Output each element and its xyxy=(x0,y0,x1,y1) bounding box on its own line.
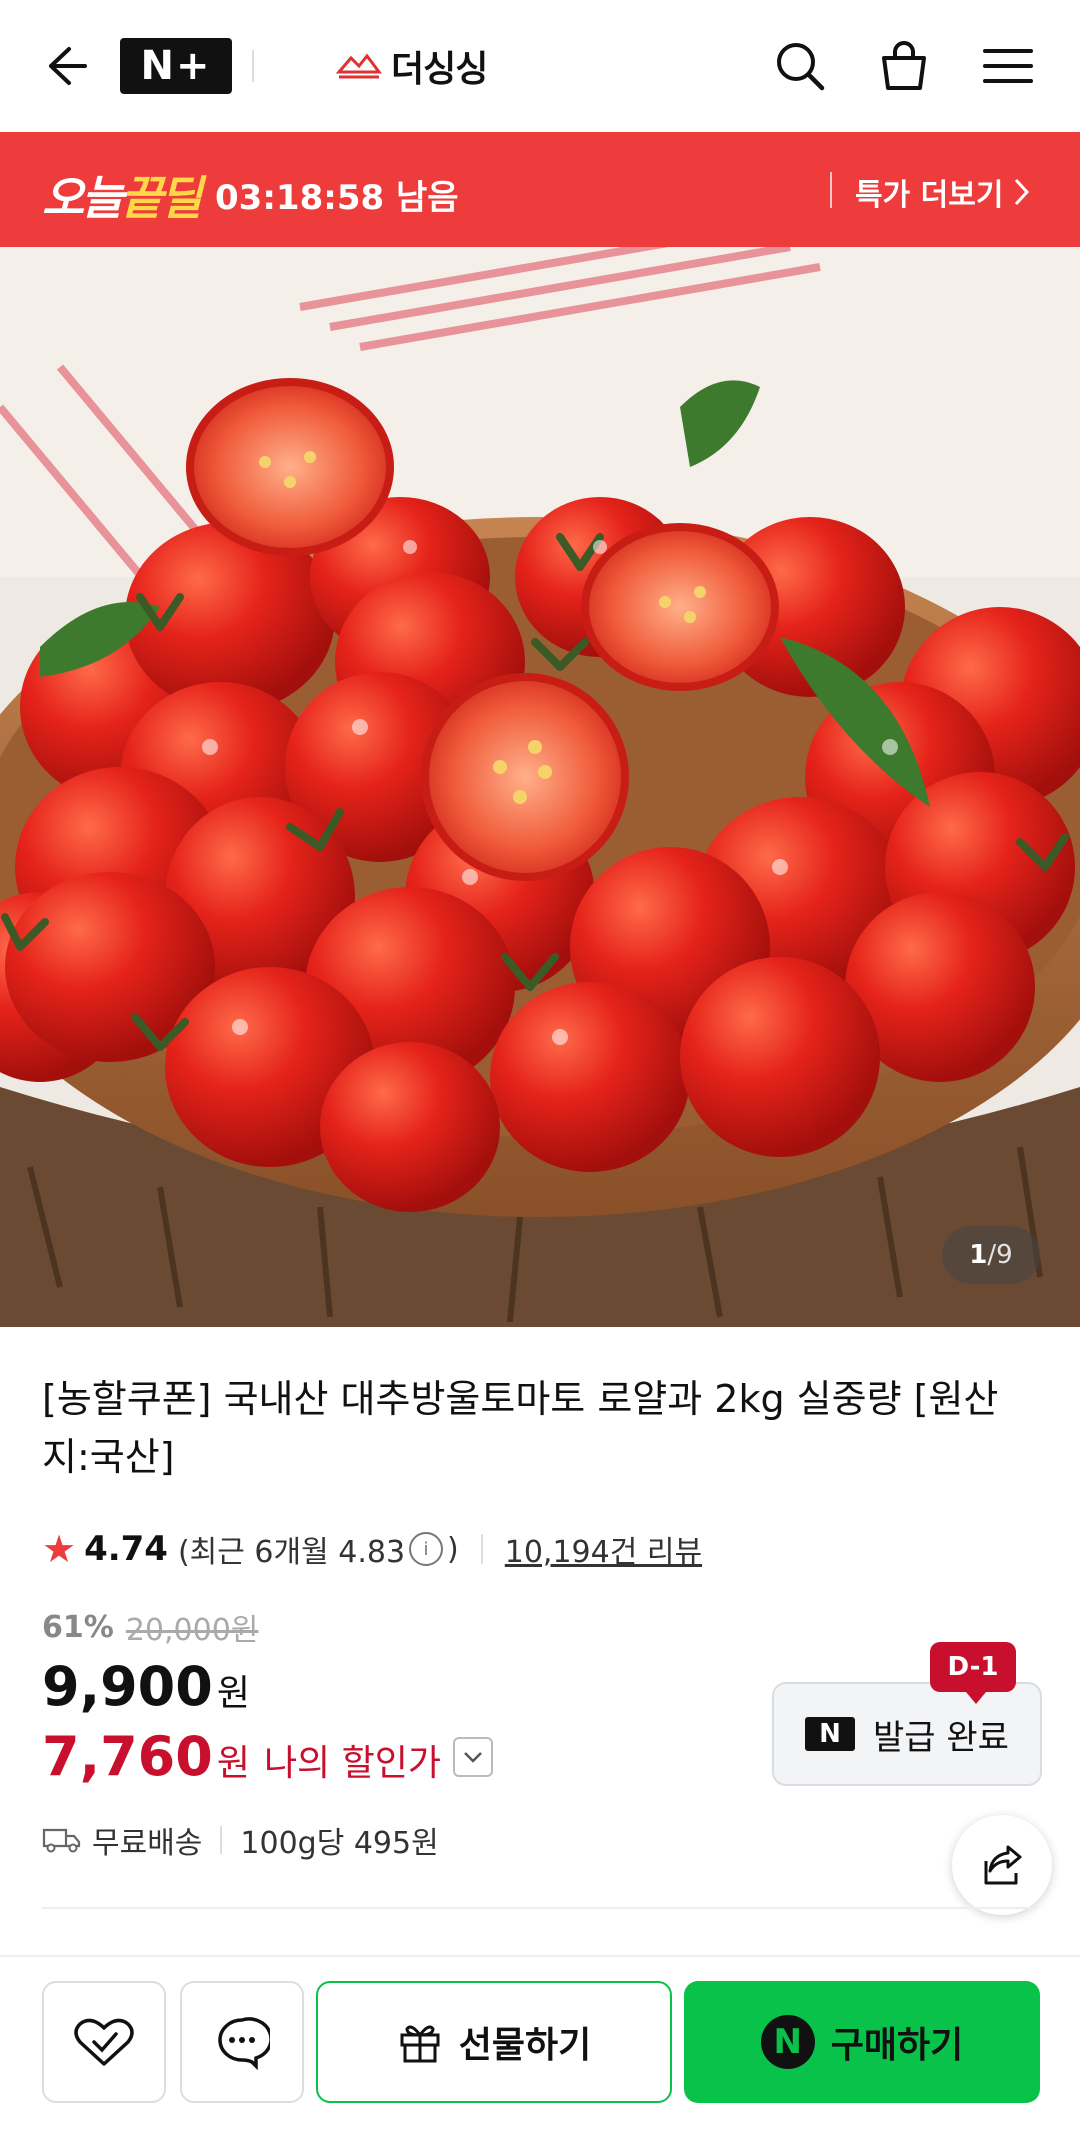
search-icon[interactable] xyxy=(766,32,834,100)
brand-logo-icon xyxy=(335,53,382,79)
coupon-issued-button[interactable]: N 발급 완료 xyxy=(772,1682,1042,1786)
recent-rating: (최근 6개월 4.83 xyxy=(177,1535,406,1570)
deal-timer: 03:18:58 남음 xyxy=(215,178,459,218)
naver-pay-n-icon: N xyxy=(760,2015,815,2069)
section-divider xyxy=(42,1907,1038,1909)
coupon-dday-badge: D-1 xyxy=(930,1642,1016,1704)
chevron-down-icon[interactable] xyxy=(452,1736,493,1777)
deal-divider xyxy=(830,172,832,208)
share-icon xyxy=(984,1845,1022,1885)
menu-icon[interactable] xyxy=(974,32,1042,100)
discount-percent: 61% xyxy=(42,1609,114,1645)
gift-icon xyxy=(400,2025,440,2063)
chat-bubble-icon xyxy=(218,2017,270,2070)
product-image[interactable] xyxy=(0,247,1080,1327)
rating-row: ★ 4.74 (최근 6개월 4.83 i ) 10,194건 리뷰 xyxy=(42,1526,702,1572)
today-deal-banner[interactable]: 오늘끝딜 03:18:58 남음 특가 더보기 xyxy=(0,132,1080,247)
discount-row: 61% 20,000원 xyxy=(42,1605,258,1649)
bottom-action-bar: 선물하기 N 구매하기 xyxy=(0,1955,1080,2135)
unit-price: 100g당 495원 xyxy=(240,1826,439,1861)
cherry-tomato-bowl-illustration xyxy=(0,247,1080,1327)
share-button[interactable] xyxy=(952,1815,1052,1915)
top-header: N+ 더싱싱 xyxy=(0,0,1080,132)
back-arrow-icon[interactable] xyxy=(30,32,98,100)
original-price: 20,000원 xyxy=(125,1613,259,1648)
truck-icon xyxy=(42,1828,81,1853)
brand-name: 더싱싱 xyxy=(391,49,488,90)
wishlist-button[interactable] xyxy=(42,1981,166,2103)
star-icon: ★ xyxy=(42,1527,77,1571)
rating-score: 4.74 xyxy=(84,1529,168,1569)
deal-more-link[interactable]: 특가 더보기 xyxy=(855,170,1031,214)
my-discount-price[interactable]: 7,760 원 나의 할인가 xyxy=(42,1725,493,1788)
chevron-right-icon xyxy=(1015,178,1030,206)
recent-rating-close: ) xyxy=(447,1531,459,1567)
sale-price: 9,900 원 xyxy=(42,1655,250,1718)
review-count-link[interactable]: 10,194건 리뷰 xyxy=(505,1527,702,1571)
free-shipping: 무료배송 xyxy=(92,1826,203,1861)
naver-n-icon: N xyxy=(805,1717,856,1751)
image-page-counter: 1/9 xyxy=(942,1226,1040,1284)
heart-check-icon xyxy=(74,2018,134,2066)
buy-button[interactable]: N 구매하기 xyxy=(684,1981,1040,2103)
shipping-row: 무료배송 100g당 495원 xyxy=(42,1818,439,1862)
product-title: [농할쿠폰] 국내산 대추방울토마토 로얄과 2kg 실중량 [원산지:국산] xyxy=(42,1377,999,1479)
rating-divider xyxy=(480,1534,483,1564)
talktalk-button[interactable] xyxy=(180,1981,304,2103)
info-icon[interactable]: i xyxy=(409,1532,444,1566)
gift-button[interactable]: 선물하기 xyxy=(316,1981,672,2103)
today-deal-logo: 오늘끝딜 xyxy=(42,171,202,225)
naver-plus-logo[interactable]: N+ xyxy=(120,38,232,94)
header-divider xyxy=(252,50,254,82)
shopping-bag-icon[interactable] xyxy=(870,32,938,100)
shipping-divider xyxy=(220,1826,223,1854)
store-brand[interactable]: 더싱싱 xyxy=(335,40,488,92)
